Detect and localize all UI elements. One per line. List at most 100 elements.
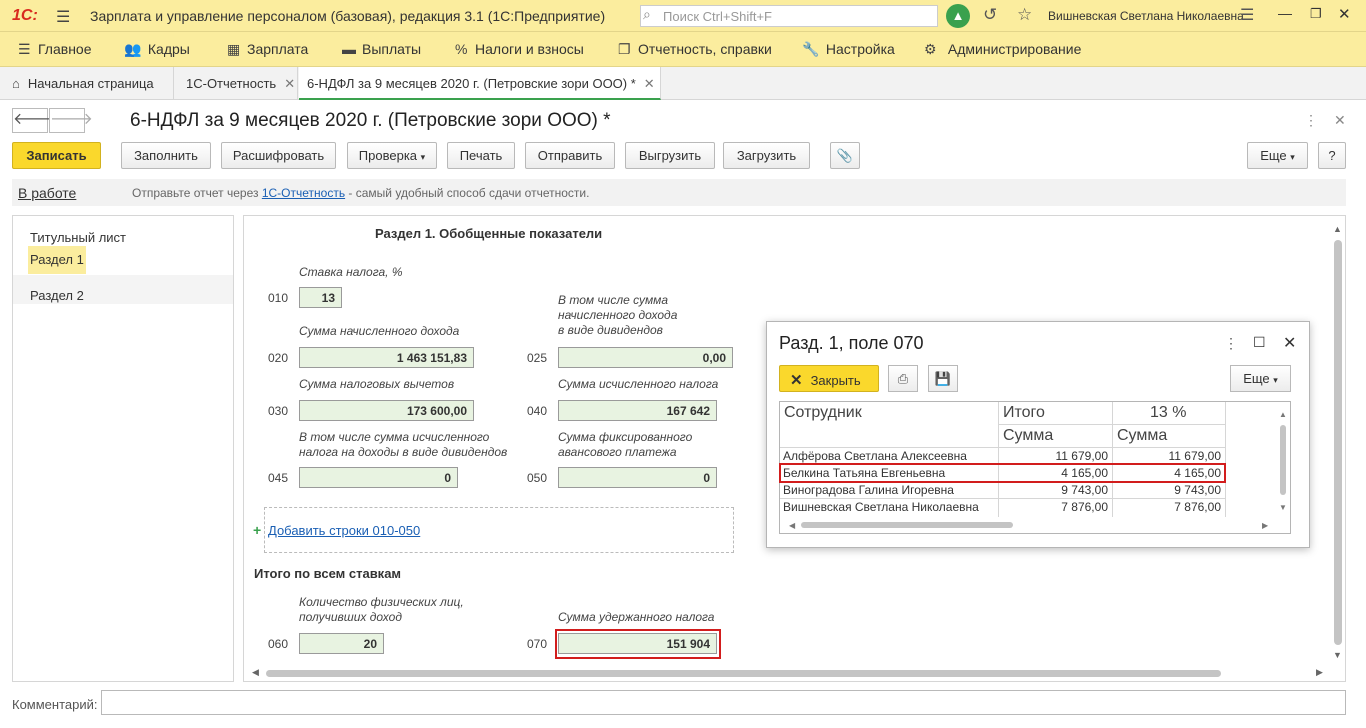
section-settings[interactable]: 🔧 Настройка	[802, 41, 895, 58]
field-020-income[interactable]: 1 463 151,83	[299, 347, 474, 368]
popup-more-icon[interactable]: ⋮	[1224, 335, 1238, 352]
popup-close-button[interactable]: ✕ Закрыть	[779, 365, 879, 392]
field-code-030: 030	[268, 404, 289, 418]
field-060-persons-count[interactable]: 20	[299, 633, 384, 654]
grid-scroll-up-icon[interactable]: ▲	[1279, 410, 1287, 419]
current-user-name[interactable]: Вишневская Светлана Николаевна	[1048, 9, 1244, 23]
popup-title: Разд. 1, поле 070	[779, 333, 924, 353]
scroll-right-icon[interactable]: ▶	[1316, 667, 1323, 678]
section-payroll[interactable]: ▦ Зарплата	[227, 41, 308, 58]
field-code-045: 045	[268, 471, 289, 485]
section-taxes[interactable]: % Налоги и взносы	[455, 41, 584, 57]
grid-scroll-left-icon[interactable]: ◀	[789, 521, 795, 530]
more-actions-icon[interactable]: ⋮	[1304, 112, 1318, 129]
import-button[interactable]: Загрузить	[723, 142, 810, 169]
field-025-label-1: В том числе сумма	[558, 293, 669, 307]
history-icon[interactable]: ↺	[983, 5, 997, 25]
help-button[interactable]: ?	[1318, 142, 1346, 169]
nav-item-section-1[interactable]: Раздел 1	[28, 246, 86, 274]
close-document-icon[interactable]: ✕	[1334, 112, 1346, 129]
grid-vertical-scrollbar[interactable]	[1280, 425, 1286, 495]
favorites-star-icon[interactable]: ☆	[1017, 5, 1032, 25]
send-button[interactable]: Отправить	[525, 142, 615, 169]
vertical-scrollbar[interactable]	[1334, 240, 1342, 645]
close-window-icon[interactable]: ✕	[1338, 5, 1351, 23]
column-divider	[998, 402, 999, 517]
grid-scroll-right-icon[interactable]: ▶	[1262, 521, 1268, 530]
save-button[interactable]: Записать	[12, 142, 101, 169]
field-070-highlight	[555, 629, 721, 659]
field-050-fixed-advance[interactable]: 0	[558, 467, 717, 488]
field-010-tax-rate[interactable]: 13	[299, 287, 342, 308]
field-code-040: 040	[527, 404, 548, 418]
section-payments[interactable]: ▬ Выплаты	[342, 41, 421, 57]
field-code-010: 010	[268, 291, 289, 305]
scroll-left-icon[interactable]: ◀	[252, 667, 259, 678]
status-link[interactable]: В работе	[18, 185, 76, 201]
search-input[interactable]: Поиск Ctrl+Shift+F	[640, 5, 938, 27]
comment-input[interactable]	[101, 690, 1346, 715]
close-tab-icon[interactable]: ✕	[284, 76, 295, 91]
settings-menu-icon[interactable]: ☰	[1240, 5, 1254, 25]
col-header-sum-rate: Сумма	[1117, 427, 1168, 444]
close-tab-icon[interactable]: ✕	[644, 76, 655, 91]
scroll-down-icon[interactable]: ▼	[1333, 650, 1342, 660]
field-050-label-1: Сумма фиксированного	[558, 430, 693, 444]
comment-label: Комментарий:	[12, 697, 98, 712]
header-divider	[998, 424, 1226, 425]
export-button[interactable]: Выгрузить	[625, 142, 715, 169]
home-icon: ⌂	[12, 76, 20, 91]
field-025-dividends[interactable]: 0,00	[558, 347, 733, 368]
tab-1c-reporting[interactable]: 1С-Отчетность ✕	[174, 67, 298, 100]
section-reports[interactable]: ❐ Отчетность, справки	[618, 41, 772, 58]
forward-button[interactable]: 🡒	[49, 108, 93, 133]
section-hr[interactable]: 👥 Кадры	[124, 41, 190, 58]
more-button[interactable]: Еще ▾	[1247, 142, 1308, 169]
field-code-060: 060	[268, 637, 289, 651]
tab-home[interactable]: ⌂ Начальная страница	[0, 67, 174, 100]
popup-save-button[interactable]: 💾	[928, 365, 958, 392]
table-row-rate: 7 876,00	[1174, 500, 1221, 514]
app-title: Зарплата и управление персоналом (базова…	[90, 8, 606, 24]
reports-icon: ❐	[618, 41, 631, 57]
table-row-name[interactable]: Виноградова Галина Игоревна	[783, 483, 954, 497]
fill-button[interactable]: Заполнить	[121, 142, 211, 169]
section-main[interactable]: ☰ Главное	[18, 41, 92, 58]
decode-button[interactable]: Расшифровать	[221, 142, 336, 169]
table-row-total: 9 743,00	[1061, 483, 1108, 497]
restore-window-icon[interactable]: ❐	[1310, 6, 1322, 22]
table-row-rate: 9 743,00	[1174, 483, 1221, 497]
popup-print-button[interactable]: ⎙	[888, 365, 918, 392]
minimize-window-icon[interactable]: —	[1278, 5, 1292, 21]
hamburger-menu-icon[interactable]: ☰	[56, 7, 70, 27]
table-row-name[interactable]: Алфёрова Светлана Алексеевна	[783, 449, 967, 463]
section-admin[interactable]: ⚙ Администрирование	[924, 41, 1081, 58]
popup-close-icon[interactable]: ✕	[1283, 333, 1296, 353]
field-code-025: 025	[527, 351, 548, 365]
grid-horizontal-scrollbar[interactable]	[801, 522, 1013, 528]
popup-maximize-icon[interactable]: ☐	[1253, 334, 1266, 351]
table-row-name[interactable]: Вишневская Светлана Николаевна	[783, 500, 979, 514]
notification-bell-icon[interactable]: ▲	[946, 4, 970, 28]
plus-icon: +	[253, 522, 262, 538]
field-045-dividend-tax[interactable]: 0	[299, 467, 458, 488]
1c-reporting-link[interactable]: 1С-Отчетность	[262, 186, 345, 200]
grid-scroll-down-icon[interactable]: ▼	[1279, 503, 1287, 512]
back-button[interactable]: 🡐	[12, 108, 56, 133]
wallet-icon: ▬	[342, 41, 356, 57]
add-rows-link[interactable]: Добавить строки 010-050	[268, 523, 420, 538]
print-button[interactable]: Печать	[447, 142, 515, 169]
scroll-up-icon[interactable]: ▲	[1333, 224, 1342, 234]
arrow-right-icon: 🡒	[50, 111, 93, 128]
attachment-button[interactable]: 📎	[830, 142, 860, 169]
tab-6ndfl[interactable]: 6-НДФЛ за 9 месяцев 2020 г. (Петровские …	[299, 67, 661, 100]
table-row-rate: 11 679,00	[1168, 449, 1222, 463]
people-icon: 👥	[124, 41, 142, 57]
section-heading: Раздел 1. Обобщенные показатели	[375, 226, 603, 241]
field-040-calculated-tax[interactable]: 167 642	[558, 400, 717, 421]
popup-more-button[interactable]: Еще ▾	[1230, 365, 1291, 392]
horizontal-scrollbar[interactable]	[266, 670, 1221, 677]
nav-item-section-2[interactable]: Раздел 2	[28, 282, 86, 309]
check-dropdown-button[interactable]: Проверка ▾	[347, 142, 437, 169]
field-030-deductions[interactable]: 173 600,00	[299, 400, 474, 421]
